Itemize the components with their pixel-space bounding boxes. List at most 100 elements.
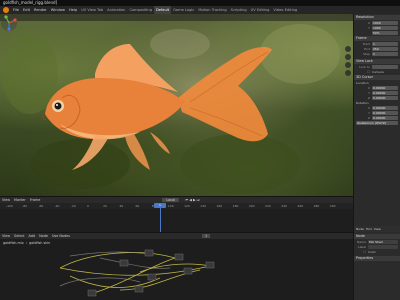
node-canvas[interactable] — [0, 246, 353, 300]
frame-step-field[interactable]: 1 — [372, 51, 398, 56]
3d-viewport[interactable] — [0, 14, 353, 196]
workspace-tab[interactable]: Video Editing — [271, 6, 299, 14]
menu-file[interactable]: File — [11, 6, 21, 14]
workspace-tab[interactable]: UV View Tab — [79, 6, 105, 14]
camera-view-icon[interactable] — [345, 62, 351, 68]
menu-window[interactable]: Window — [49, 6, 67, 14]
ruler-tick-label: 160 — [216, 204, 223, 208]
node-name-row: Name Mix Shad — [354, 239, 400, 244]
node-editor-frame-field[interactable]: 1 — [201, 234, 211, 238]
breadcrumb-item[interactable]: goldfish skin — [29, 241, 50, 245]
ruler-tick-label: 240 — [281, 204, 287, 208]
ruler-tick-label: -80 — [22, 204, 28, 208]
timeline-menu-frame[interactable]: Frame — [28, 198, 43, 202]
top-bar: File Edit Render Window Help UV View Tab… — [0, 6, 400, 14]
rot-x-row: X 0.00000 — [354, 105, 400, 110]
ruler-tick-label: -20 — [70, 204, 76, 208]
ne-menu-node[interactable]: Node — [37, 234, 50, 238]
ruler-tick-label: 60 — [135, 204, 140, 208]
frame-end-field[interactable]: 250 — [372, 46, 398, 51]
ruler-tick-label: 220 — [265, 204, 271, 208]
field-label: Lock to — [359, 64, 370, 69]
tab-tool[interactable]: Tool — [366, 227, 372, 231]
ruler-tick-label: 0 — [86, 204, 89, 208]
rotation-mode-dropdown[interactable]: Quaternion (WXYZ) — [356, 120, 398, 125]
rot-y-row: Y 0.00000 — [354, 110, 400, 115]
grid-icon[interactable] — [345, 70, 351, 76]
node-label-field[interactable] — [368, 244, 398, 249]
checkbox-icon[interactable]: ☐ — [356, 250, 368, 254]
field-label: Y — [368, 90, 370, 95]
workspace-tab-active[interactable]: Default — [154, 6, 172, 14]
cursor-z-field[interactable]: 0.00000 — [372, 95, 398, 100]
ruler-tick-label: -100 — [6, 204, 13, 208]
rotation-y-field[interactable]: 0.00000 — [372, 110, 398, 115]
workspace-tab[interactable]: UV Editing — [249, 6, 272, 14]
ne-menu-add[interactable]: Add — [27, 234, 38, 238]
menu-edit[interactable]: Edit — [21, 6, 32, 14]
tab-view[interactable]: View — [374, 227, 381, 231]
node-graph — [59, 249, 215, 297]
blender-logo-icon[interactable] — [3, 7, 9, 13]
menu-help[interactable]: Help — [67, 6, 79, 14]
pan-icon[interactable] — [345, 54, 351, 60]
timeline-menu-view[interactable]: View — [0, 198, 12, 202]
workspace-tab[interactable]: Compositing — [127, 6, 154, 14]
timeline-mode-dropdown[interactable]: Local — [162, 198, 180, 202]
zoom-icon[interactable] — [345, 46, 351, 52]
field-label: Label — [357, 244, 366, 249]
ruler-tick-label: 300 — [329, 204, 336, 208]
workspace-tab[interactable]: Motion Tracking — [196, 6, 228, 14]
field-label: Z — [367, 115, 370, 120]
properties-header[interactable]: Properties — [354, 256, 400, 261]
workspace-tab[interactable]: Game Logic — [171, 6, 196, 14]
ruler-tick-label: -40 — [54, 204, 60, 208]
menu-render[interactable]: Render — [32, 6, 49, 14]
frame-start-row: Start 1 — [354, 41, 400, 46]
workspace-tab[interactable]: Animation — [105, 6, 127, 14]
cursor-z-row: Z 0.00000 — [354, 95, 400, 100]
workspace-tab[interactable]: Scripting — [229, 6, 249, 14]
navigation-gizmo-icon[interactable] — [0, 14, 18, 32]
timeline-menu-marker[interactable]: Marker — [12, 198, 28, 202]
resolution-x-row: X 1920 — [354, 20, 400, 25]
cursor-y-field[interactable]: 0.00000 — [372, 90, 398, 95]
ruler-tick-label: 100 — [167, 204, 174, 208]
frame-step-row: Step 1 — [354, 51, 400, 56]
breadcrumb-item[interactable]: goldfish.mix — [3, 241, 24, 245]
lock-camera-label: Camera — [372, 69, 384, 74]
properties-panel: Resolution X 1920 Y 1080 50% Frame Start… — [353, 14, 400, 226]
field-label: Y — [368, 25, 370, 30]
ne-menu-select[interactable]: Select — [12, 234, 26, 238]
rotation-z-field[interactable]: 0.00000 — [372, 115, 398, 120]
checkbox-icon[interactable]: ☐ — [356, 70, 372, 74]
viewport-tools — [345, 46, 351, 76]
resolution-percent-field[interactable]: 50% — [372, 30, 398, 35]
resolution-percent-row: 50% — [354, 30, 400, 35]
field-label: Start — [362, 41, 370, 46]
resolution-y-field[interactable]: 1080 — [372, 25, 398, 30]
field-label: Y — [368, 110, 370, 115]
timeline-body[interactable] — [0, 209, 353, 232]
field-label: X — [367, 105, 370, 110]
cursor-x-field[interactable]: 0.00000 — [372, 85, 398, 90]
resolution-x-field[interactable]: 1920 — [372, 20, 398, 25]
frame-start-field[interactable]: 1 — [372, 41, 398, 46]
lock-to-field[interactable] — [372, 64, 398, 69]
rotation-x-field[interactable]: 0.00000 — [372, 105, 398, 110]
node-editor-header: View Select Add Node Use Nodes 1 — [0, 232, 353, 239]
playback-controls[interactable]: ⏮ ◀ ▶ ⏭ — [183, 198, 202, 202]
ruler-tick-label: 200 — [248, 204, 255, 208]
ruler-tick-label: 280 — [313, 204, 320, 208]
node-name-field[interactable]: Mix Shad — [368, 239, 398, 244]
node-label-row: Label — [354, 244, 400, 249]
tab-node[interactable]: Node — [356, 227, 364, 231]
breadcrumb: goldfish.mix › goldfish skin — [0, 239, 353, 246]
ne-menu-view[interactable]: View — [0, 234, 12, 238]
current-frame-indicator[interactable]: 1 — [154, 203, 166, 208]
node-color-row: ☐ Color — [354, 249, 400, 254]
cursor-y-row: Y 0.00000 — [354, 90, 400, 95]
rotation-mode-row: Quaternion (WXYZ) — [354, 120, 400, 125]
use-nodes-checkbox[interactable]: Use Nodes — [50, 234, 72, 238]
field-label: End — [364, 46, 370, 51]
